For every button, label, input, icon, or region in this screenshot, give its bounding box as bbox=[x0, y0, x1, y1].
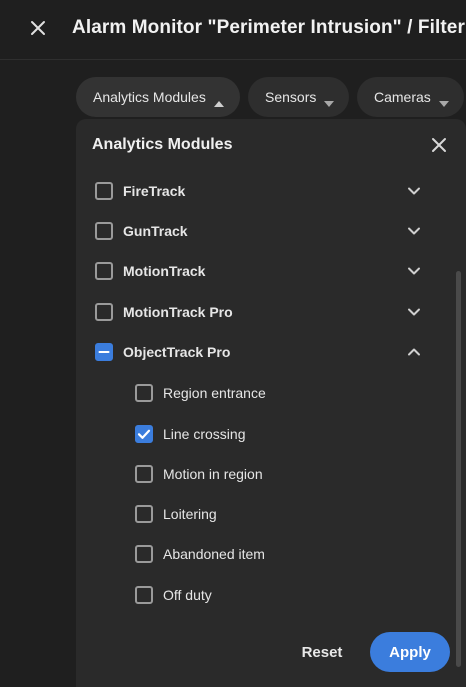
page-title: Alarm Monitor "Perimeter Intrusion" / Fi… bbox=[72, 17, 465, 38]
subitem-label: Abandoned item bbox=[163, 546, 265, 562]
analytics-modules-panel: Analytics Modules FireTrack GunTrack Mot… bbox=[76, 119, 466, 687]
module-row-guntrack[interactable]: GunTrack bbox=[76, 211, 446, 251]
checkbox[interactable] bbox=[135, 505, 153, 523]
caret-down-icon bbox=[438, 94, 449, 107]
module-row-objecttrack-pro[interactable]: ObjectTrack Pro bbox=[76, 332, 446, 372]
chevron-down-icon[interactable] bbox=[406, 263, 422, 279]
apply-button[interactable]: Apply bbox=[370, 632, 450, 672]
checkbox[interactable] bbox=[135, 465, 153, 483]
subitem-row-loitering[interactable]: Loitering bbox=[76, 494, 446, 534]
subitem-label: Region entrance bbox=[163, 385, 266, 401]
module-row-motiontrack[interactable]: MotionTrack bbox=[76, 251, 446, 291]
scrollbar[interactable] bbox=[456, 271, 461, 667]
checkbox[interactable] bbox=[95, 303, 113, 321]
subitem-row-off-duty[interactable]: Off duty bbox=[76, 575, 446, 615]
chip-analytics-modules[interactable]: Analytics Modules bbox=[76, 77, 240, 117]
chip-label: Sensors bbox=[265, 89, 317, 105]
chip-label: Analytics Modules bbox=[93, 89, 206, 105]
checkbox[interactable] bbox=[135, 545, 153, 563]
subitem-label: Motion in region bbox=[163, 466, 263, 482]
checkbox-checked[interactable] bbox=[135, 425, 153, 443]
chip-sensors[interactable]: Sensors bbox=[248, 77, 349, 117]
subitem-label: Line crossing bbox=[163, 426, 246, 442]
checkbox[interactable] bbox=[95, 222, 113, 240]
reset-button[interactable]: Reset bbox=[287, 632, 357, 672]
chevron-down-icon[interactable] bbox=[406, 183, 422, 199]
subitem-label: Loitering bbox=[163, 506, 217, 522]
checkbox[interactable] bbox=[135, 586, 153, 604]
chevron-down-icon[interactable] bbox=[406, 304, 422, 320]
module-row-motiontrack-pro[interactable]: MotionTrack Pro bbox=[76, 292, 446, 332]
checkbox[interactable] bbox=[95, 262, 113, 280]
chip-cameras[interactable]: Cameras bbox=[357, 77, 464, 117]
subitem-label: Off duty bbox=[163, 587, 212, 603]
module-label: MotionTrack bbox=[123, 263, 206, 279]
checkbox-indeterminate[interactable] bbox=[95, 343, 113, 361]
subitem-row-region-entrance[interactable]: Region entrance bbox=[76, 373, 446, 413]
module-label: ObjectTrack Pro bbox=[123, 344, 231, 360]
module-label: FireTrack bbox=[123, 183, 186, 199]
module-label: GunTrack bbox=[123, 223, 188, 239]
checkbox[interactable] bbox=[135, 384, 153, 402]
module-label: MotionTrack Pro bbox=[123, 304, 233, 320]
chevron-down-icon[interactable] bbox=[406, 223, 422, 239]
subitem-row-motion-in-region[interactable]: Motion in region bbox=[76, 454, 446, 494]
top-bar: Alarm Monitor "Perimeter Intrusion" / Fi… bbox=[0, 0, 466, 60]
panel-title: Analytics Modules bbox=[92, 136, 233, 153]
close-icon[interactable] bbox=[430, 136, 448, 154]
caret-down-icon bbox=[324, 94, 335, 107]
caret-up-icon bbox=[213, 94, 224, 107]
chip-label: Cameras bbox=[374, 89, 431, 105]
close-icon[interactable] bbox=[26, 16, 50, 40]
chevron-up-icon[interactable] bbox=[406, 344, 422, 360]
checkbox[interactable] bbox=[95, 182, 113, 200]
subitem-row-line-crossing[interactable]: Line crossing bbox=[76, 414, 446, 454]
module-row-firetrack[interactable]: FireTrack bbox=[76, 171, 446, 211]
subitem-row-abandoned-item[interactable]: Abandoned item bbox=[76, 534, 446, 574]
